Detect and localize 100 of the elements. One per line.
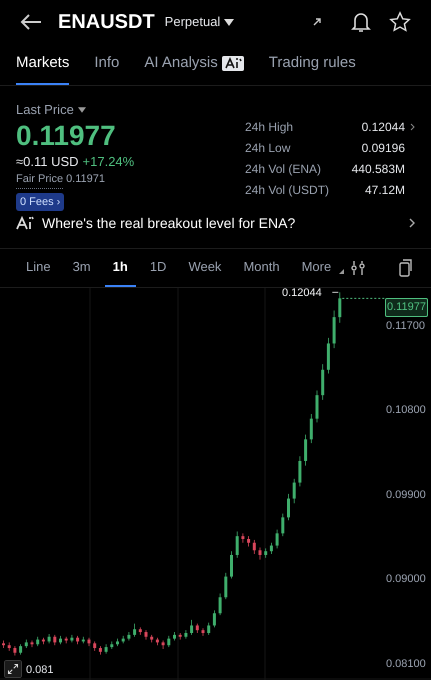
ai-icon: [222, 56, 244, 71]
candle: [8, 642, 11, 652]
candle: [36, 636, 40, 647]
candle: [326, 337, 330, 374]
candle: [236, 531, 239, 558]
candle: [93, 641, 96, 652]
tab[interactable]: AI Analysis: [144, 44, 244, 85]
candle: [24, 639, 28, 648]
fair-price: 0.11971: [66, 172, 106, 187]
candle: [196, 623, 199, 634]
candle: [162, 640, 165, 650]
stat-label: 24h Low: [245, 140, 292, 157]
candle: [230, 550, 233, 579]
settings-sliders-icon[interactable]: [351, 260, 365, 276]
price-axis-label: 0.10800: [386, 403, 426, 418]
high-marker-line: [332, 292, 339, 293]
candle: [264, 548, 268, 558]
stat-label: 24h High: [245, 119, 294, 136]
candle: [104, 644, 108, 654]
candle: [88, 637, 90, 647]
price-axis-label: 0.09900: [386, 488, 426, 503]
interval-tab[interactable]: 1D: [142, 249, 174, 287]
stat-label: 24h Vol (ENA): [245, 161, 322, 178]
interval-tab[interactable]: Line: [18, 249, 59, 287]
stat-value: 0.09196: [362, 140, 405, 157]
candle: [207, 622, 210, 636]
last-price: 0.11977: [16, 120, 117, 152]
candle: [98, 646, 102, 656]
candle: [173, 632, 176, 641]
interval-tab[interactable]: Week: [180, 249, 230, 287]
chevron-icon[interactable]: [409, 218, 415, 228]
candle: [133, 623, 136, 638]
current-price-line: [342, 298, 386, 299]
price-axis-label: 0.11700: [386, 318, 425, 334]
back-arrow-icon[interactable]: [20, 13, 42, 31]
candle: [298, 456, 302, 487]
candle: [150, 634, 154, 643]
candle: [281, 513, 284, 537]
candle: [247, 536, 250, 547]
contract-dropdown[interactable]: Perpetual: [164, 12, 234, 32]
candle: [167, 635, 170, 648]
candle: [70, 634, 74, 643]
candle: [64, 636, 68, 644]
candle: [59, 635, 62, 645]
candle: [127, 632, 130, 641]
candle: [178, 632, 182, 640]
ai-sparkle-icon: [16, 216, 34, 230]
candle: [53, 634, 56, 646]
symbol-title: ENAUSDT: [58, 10, 155, 35]
candle: [156, 637, 159, 646]
last-price-label: Last Price: [16, 101, 74, 119]
candle: [138, 626, 142, 636]
candle: [144, 630, 148, 640]
interval-tab[interactable]: More: [294, 249, 340, 287]
current-price-tag: 0.11977: [385, 298, 428, 316]
candle: [202, 628, 204, 636]
candle: [310, 414, 313, 444]
candle: [212, 610, 216, 628]
candle: [304, 434, 308, 466]
bell-icon[interactable]: [351, 11, 371, 33]
stat-value: 440.583M: [352, 161, 405, 178]
tab[interactable]: Info: [94, 44, 120, 85]
candle: [276, 529, 279, 549]
candle: [241, 532, 244, 544]
candle: [76, 635, 80, 645]
candle: [321, 364, 324, 400]
candle: [224, 572, 228, 600]
candle: [48, 634, 51, 644]
fees-badge[interactable]: 0 Fees ›: [16, 192, 64, 211]
candle: [13, 646, 16, 656]
price-change: +17.24%: [82, 152, 134, 170]
copy-icon[interactable]: [399, 259, 413, 277]
candle: [258, 547, 262, 560]
candle: [2, 640, 5, 648]
price-axis-label: 0.08100: [386, 657, 426, 672]
stat-value: 0.12044: [362, 119, 405, 136]
arrow-icon[interactable]: [313, 18, 321, 26]
corner-caret-icon: [339, 268, 344, 274]
fair-price-label: Fair Price: [16, 171, 64, 188]
candle: [19, 644, 22, 656]
chevron-icon[interactable]: [410, 123, 415, 131]
star-icon[interactable]: [389, 11, 411, 33]
stat-label: 24h Vol (USDT): [245, 182, 330, 199]
candle: [316, 390, 318, 423]
interval-tab[interactable]: Month: [235, 249, 288, 287]
expand-icon[interactable]: [4, 660, 22, 678]
candle: [338, 292, 342, 324]
candle: [184, 630, 188, 640]
candle: [218, 593, 222, 616]
tab[interactable]: Trading rules: [268, 44, 356, 85]
low-marker-label: 0.081: [26, 663, 54, 677]
ai-prompt[interactable]: Where's the real breakout level for ENA?: [42, 212, 401, 234]
interval-tab[interactable]: 1h: [104, 249, 136, 287]
candle: [122, 635, 125, 644]
candle: [116, 638, 119, 647]
tab[interactable]: Markets: [16, 44, 70, 85]
interval-tab[interactable]: 3m: [64, 249, 99, 287]
caret-icon: [78, 106, 86, 113]
candle: [42, 637, 45, 645]
caret-icon: [224, 18, 234, 26]
